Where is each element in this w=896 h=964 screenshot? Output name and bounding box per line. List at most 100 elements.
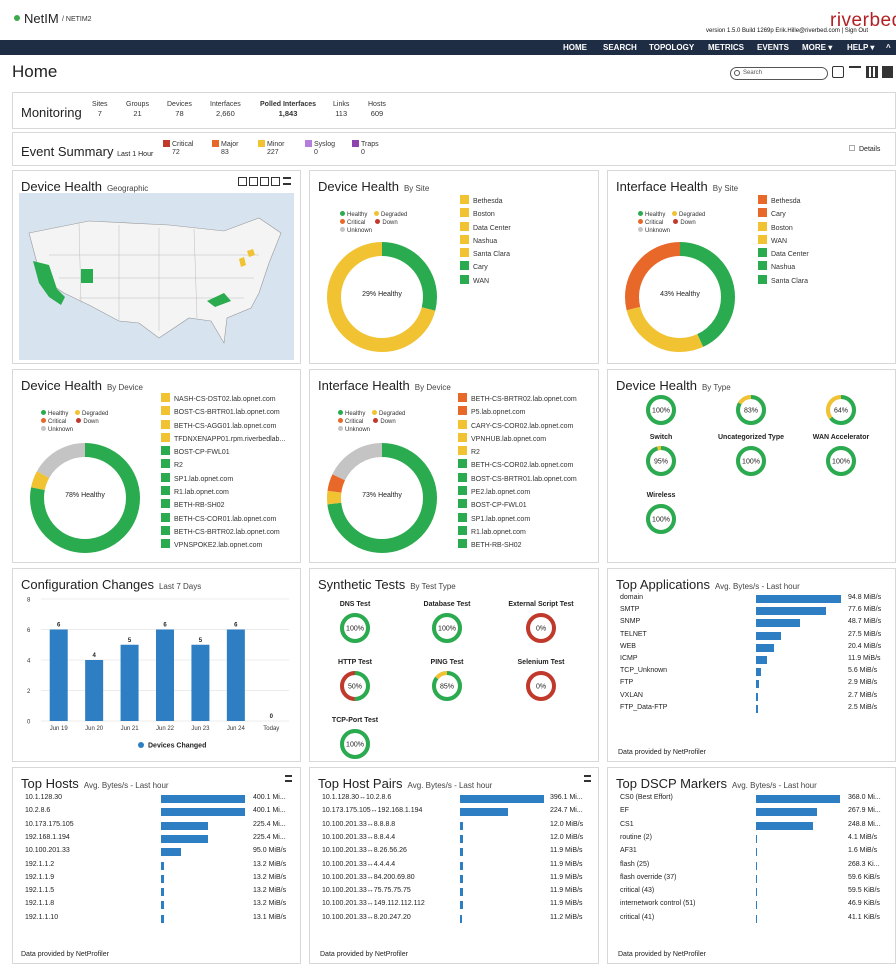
row-bar[interactable] xyxy=(161,861,164,870)
row-label[interactable]: 10.100.201.33↔84.200.69.80 xyxy=(322,874,415,881)
row-bar[interactable] xyxy=(460,874,463,883)
stat-sites[interactable]: Sites 7 xyxy=(92,101,108,118)
row-bar[interactable] xyxy=(460,808,508,817)
row-label[interactable]: flash override (37) xyxy=(620,874,676,881)
event-minor[interactable]: Minor 227 xyxy=(258,140,285,156)
row-label[interactable]: CS0 (Best Effort) xyxy=(620,794,673,801)
row-label[interactable]: critical (41) xyxy=(620,914,654,921)
row-label[interactable]: TCP_Unknown xyxy=(620,667,667,674)
legend-item[interactable]: BETH-CS-BRTR02.lab.opnet.com xyxy=(161,525,285,539)
menu-icon[interactable] xyxy=(584,775,591,782)
legend-item[interactable]: WAN xyxy=(460,274,511,288)
gauge[interactable]: WAN Accelerator 100% xyxy=(796,434,886,477)
row-bar[interactable] xyxy=(161,834,209,843)
row-label[interactable]: 10.100.201.33↔8.8.8.8 xyxy=(322,821,395,828)
row-label[interactable]: 10.100.201.33↔4.4.4.4 xyxy=(322,861,395,868)
gauge[interactable]: 100% xyxy=(616,394,706,426)
legend-item[interactable]: BETH-CS-AGG01.lab.opnet.com xyxy=(161,419,285,433)
row-label[interactable]: 10.173.175.105 xyxy=(25,821,74,828)
row-bar[interactable] xyxy=(756,704,759,713)
row-label[interactable]: 192.1.1.10 xyxy=(25,914,58,921)
row-bar[interactable] xyxy=(161,914,164,923)
details-toggle[interactable]: Details xyxy=(849,145,880,153)
row-label[interactable]: 192.1.1.9 xyxy=(25,874,54,881)
row-bar[interactable] xyxy=(756,901,757,910)
nav-more[interactable]: MORE ▾ xyxy=(802,43,832,52)
legend-item[interactable]: Cary xyxy=(758,208,809,221)
row-label[interactable]: flash (25) xyxy=(620,861,649,868)
stat-interfaces[interactable]: Interfaces 2,660 xyxy=(210,101,241,118)
row-label[interactable]: 10.100.201.33↔8.20.247.20 xyxy=(322,914,411,921)
row-label[interactable]: 10.100.201.33↔149.112.112.112 xyxy=(322,900,425,907)
gauge[interactable]: Selenium Test 0% xyxy=(496,659,586,702)
row-bar[interactable] xyxy=(756,619,800,628)
row-label[interactable]: VXLAN xyxy=(620,692,643,699)
legend-item[interactable]: Cary xyxy=(460,261,511,274)
row-label[interactable]: 10.2.8.6 xyxy=(25,807,50,814)
legend-item[interactable]: Boston xyxy=(460,208,511,221)
reset-zoom-icon[interactable] xyxy=(260,177,269,186)
details-checkbox[interactable] xyxy=(849,145,855,151)
row-bar[interactable] xyxy=(756,795,840,803)
bar[interactable] xyxy=(156,629,174,722)
gauge[interactable]: 64% xyxy=(796,394,886,426)
bar[interactable] xyxy=(49,629,68,722)
legend-item[interactable]: R2 xyxy=(458,446,577,459)
gauge[interactable]: Database Test 100% xyxy=(402,601,492,644)
legend-item[interactable]: NASH-CS-DST02.lab.opnet.com xyxy=(161,393,285,406)
nav-topology[interactable]: TOPOLOGY xyxy=(649,43,694,52)
row-label[interactable]: 10.1.128.30 xyxy=(25,794,62,801)
grid-icon[interactable] xyxy=(866,66,878,78)
config-changes-chart[interactable]: 0 2 4 6 8 6 Jun 19 4 Jun 20 5 Jun 21 6 Jun 22 5 Jun 23… xyxy=(17,591,297,761)
gauge[interactable]: Uncategorized Type 100% xyxy=(706,434,796,477)
row-bar[interactable] xyxy=(756,595,841,603)
nav-home[interactable]: HOME xyxy=(563,43,587,52)
event-syslog[interactable]: Syslog 0 xyxy=(305,140,335,156)
row-bar[interactable] xyxy=(756,668,762,677)
gauge[interactable]: PING Test 85% xyxy=(402,659,492,702)
legend-item[interactable]: TFDNXENAPP01.rpm.riverbedlab... xyxy=(161,432,285,446)
nav-events[interactable]: EVENTS xyxy=(757,43,789,52)
event-major[interactable]: Major 83 xyxy=(212,140,239,156)
legend-item[interactable]: CARY-CS-COR02.lab.opnet.com xyxy=(458,419,577,433)
device-list[interactable]: NASH-CS-DST02.lab.opnet.com BOST-CS-BRTR0… xyxy=(161,393,285,553)
row-label[interactable]: FTP xyxy=(620,679,633,686)
gauge[interactable]: External Script Test 0% xyxy=(496,601,586,644)
legend-item[interactable]: BOST-CP-FWL01 xyxy=(161,446,285,459)
stat-groups[interactable]: Groups 21 xyxy=(126,101,149,118)
fullscreen-icon[interactable] xyxy=(271,177,280,186)
row-label[interactable]: 10.100.201.33↔8.26.56.26 xyxy=(322,847,407,854)
row-bar[interactable] xyxy=(756,874,757,883)
row-label[interactable]: FTP_Data-FTP xyxy=(620,704,667,711)
row-bar[interactable] xyxy=(756,914,757,923)
row-bar[interactable] xyxy=(161,795,245,803)
us-map[interactable] xyxy=(19,193,294,360)
legend-item[interactable]: Santa Clara xyxy=(460,248,511,261)
zoom-out-icon[interactable] xyxy=(249,177,258,186)
topology-icon[interactable] xyxy=(849,66,861,78)
row-bar[interactable] xyxy=(161,821,209,830)
row-bar[interactable] xyxy=(756,808,818,817)
row-bar[interactable] xyxy=(460,901,463,910)
row-label[interactable]: critical (43) xyxy=(620,887,654,894)
legend-label[interactable]: Devices Changed xyxy=(148,743,206,750)
legend-item[interactable]: Nashua xyxy=(460,234,511,248)
legend-item[interactable]: R2 xyxy=(161,459,285,472)
row-label[interactable]: CS1 xyxy=(620,821,634,828)
row-bar[interactable] xyxy=(756,848,757,857)
row-bar[interactable] xyxy=(460,848,463,857)
bar[interactable] xyxy=(85,660,104,721)
bar[interactable] xyxy=(191,644,210,721)
row-label[interactable]: ICMP xyxy=(620,655,638,662)
row-label[interactable]: 10.100.201.33↔75.75.75.75 xyxy=(322,887,411,894)
print-icon[interactable] xyxy=(882,66,893,78)
legend-item[interactable]: BETH-RB-SH02 xyxy=(161,499,285,512)
row-label[interactable]: 10.1.128.30↔10.2.8.6 xyxy=(322,794,391,801)
row-label[interactable]: WEB xyxy=(620,643,636,650)
row-label[interactable]: EF xyxy=(620,807,629,814)
gauge[interactable]: Switch 95% xyxy=(616,434,706,477)
row-bar[interactable] xyxy=(756,888,757,897)
row-label[interactable]: routine (2) xyxy=(620,834,652,841)
zoom-in-icon[interactable] xyxy=(238,177,247,186)
nav-search[interactable]: SEARCH xyxy=(603,43,637,52)
